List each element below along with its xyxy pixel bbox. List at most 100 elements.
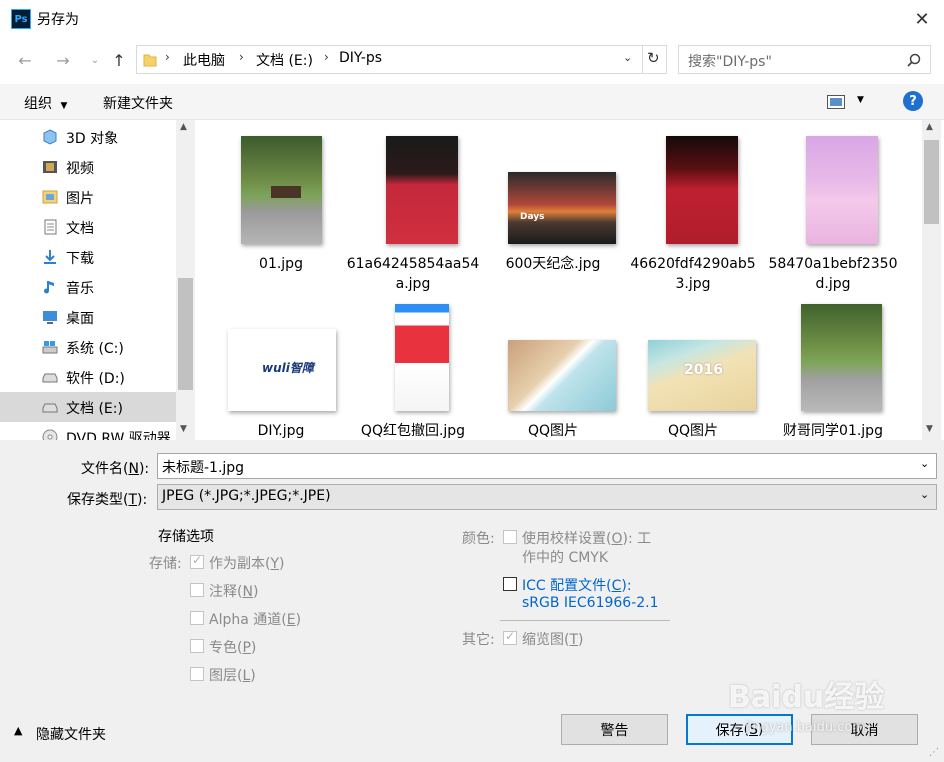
close-button[interactable]: ✕ <box>900 2 944 36</box>
breadcrumb-documents-e[interactable]: 文档 (E:) <box>256 50 313 70</box>
use-proof-setup-checkbox[interactable] <box>503 530 517 544</box>
nav-item-downloads[interactable]: 下载 <box>0 242 176 272</box>
file-tile[interactable]: 58470a1bebf2350d.jpg <box>766 130 900 300</box>
divider <box>500 620 670 621</box>
alpha-channels-label: Alpha 通道(E) <box>209 612 302 628</box>
search-box[interactable]: 搜索"DIY-ps" <box>678 45 931 74</box>
thumbnail-checkbox[interactable] <box>503 629 517 645</box>
nav-item-3d-objects[interactable]: 3D 对象 <box>0 122 176 152</box>
file-tile[interactable]: 46620fdf4290ab53.jpg <box>626 130 760 300</box>
other-label: 其它: <box>462 632 495 648</box>
filename-input[interactable]: 未标题-1.jpg <box>162 457 244 477</box>
file-name: QQ红包撤回.jpg <box>360 423 466 439</box>
color-label: 颜色: <box>462 531 495 547</box>
filetype-select[interactable]: JPEG (*.JPG;*.JPEG;*.JPE) ⌄ <box>157 484 937 510</box>
scroll-down-icon[interactable]: ▼ <box>180 424 187 434</box>
address-bar[interactable]: › 此电脑 › 文档 (E:) › DIY-ps ⌄ ↻ <box>136 45 667 74</box>
forward-arrow-icon: → <box>56 50 70 70</box>
thumbnail-text: Days <box>520 212 545 222</box>
breadcrumb-diy-ps[interactable]: DIY-ps <box>339 50 382 66</box>
hide-folders-button[interactable]: 隐藏文件夹 <box>36 724 106 744</box>
file-tile[interactable]: 2016 QQ图片 <box>626 300 760 440</box>
nav-item-documents-e[interactable]: 文档 (E:) <box>0 392 176 422</box>
file-thumbnail <box>666 136 738 244</box>
as-copy-checkbox[interactable] <box>190 553 204 569</box>
file-tile[interactable]: 61a64245854aa54a.jpg <box>346 130 480 300</box>
organize-button[interactable]: 组织 ▼ <box>24 93 67 113</box>
scroll-down-icon[interactable]: ▼ <box>926 424 933 434</box>
icc-profile-checkbox[interactable] <box>503 577 517 591</box>
forward-button[interactable]: → <box>50 47 76 73</box>
nav-item-dvd[interactable]: DVD RW 驱动器 <box>0 422 176 440</box>
file-tile[interactable]: 财哥同学01.jpg <box>766 300 900 440</box>
nav-item-music[interactable]: 音乐 <box>0 272 176 302</box>
up-arrow-icon: ↑ <box>112 50 126 70</box>
nav-item-documents[interactable]: 文档 <box>0 212 176 242</box>
close-icon: ✕ <box>914 8 930 30</box>
back-button[interactable]: ← <box>12 47 38 73</box>
recent-locations-button[interactable]: ⌄ <box>82 47 108 73</box>
layers-checkbox[interactable] <box>190 667 204 681</box>
thumbnail-text: 2016 <box>684 362 723 378</box>
search-input[interactable]: 搜索"DIY-ps" <box>688 51 772 71</box>
icc-profile-value: sRGB IEC61966-2.1 <box>522 595 659 611</box>
chevron-down-icon[interactable]: ⌄ <box>920 457 929 470</box>
refresh-icon[interactable]: ↻ <box>647 49 660 67</box>
view-mode-icon[interactable] <box>827 95 845 109</box>
view-mode-dropdown-icon[interactable]: ▼ <box>857 95 864 105</box>
nav-item-desktop[interactable]: 桌面 <box>0 302 176 332</box>
help-icon[interactable]: ? <box>903 91 923 111</box>
nav-item-software-d[interactable]: 软件 (D:) <box>0 362 176 392</box>
file-tile[interactable]: QQ图片 <box>486 300 620 440</box>
file-tile[interactable]: 01.jpg <box>214 130 348 300</box>
file-name: 58470a1bebf2350d.jpg <box>768 256 898 292</box>
drive-icon <box>42 373 58 383</box>
baidu-watermark: Baidu经验 <box>728 680 885 715</box>
search-icon[interactable] <box>907 53 921 67</box>
scroll-up-icon[interactable]: ▲ <box>926 122 933 132</box>
dvd-icon <box>42 429 58 440</box>
file-thumbnail <box>395 304 449 411</box>
navigation-pane: 3D 对象 视频 图片 文档 下载 音乐 桌面 系统 (C:) 软件 (D:) … <box>0 120 195 440</box>
filename-field[interactable]: 未标题-1.jpg ⌄ <box>157 453 937 479</box>
working-cmyk-label: 作中的 CMYK <box>522 550 609 566</box>
file-thumbnail <box>386 136 458 244</box>
window-title: 另存为 <box>37 12 79 28</box>
chevron-down-icon: ⌄ <box>920 488 930 501</box>
nav-scroll-thumb[interactable] <box>178 278 193 390</box>
nav-scrollbar[interactable]: ▲ ▼ <box>176 120 195 440</box>
collapse-icon[interactable]: ▲ <box>14 724 22 737</box>
title-bar: Ps 另存为 ✕ <box>0 0 944 38</box>
file-scroll-thumb[interactable] <box>924 140 939 224</box>
alpha-channels-checkbox[interactable] <box>190 611 204 625</box>
nav-item-system-c[interactable]: 系统 (C:) <box>0 332 176 362</box>
warning-button[interactable]: 警告 <box>561 714 668 745</box>
file-thumbnail <box>806 136 878 244</box>
filename-label: 文件名(N): <box>81 461 150 477</box>
folder-icon <box>143 54 157 67</box>
documents-icon <box>44 219 57 235</box>
resize-grip-icon[interactable]: ⋰ <box>929 747 941 759</box>
file-tile[interactable]: Days 600天纪念.jpg <box>486 130 620 300</box>
save-options-panel: 文件名(N): 未标题-1.jpg ⌄ 保存类型(T): JPEG (*.JPG… <box>0 440 944 762</box>
annotations-checkbox[interactable] <box>190 583 204 597</box>
file-name: QQ图片 <box>667 423 719 439</box>
up-button[interactable]: ↑ <box>106 47 132 73</box>
address-dropdown-icon[interactable]: ⌄ <box>623 51 632 64</box>
file-name: 600天纪念.jpg <box>505 256 601 272</box>
spot-colors-checkbox[interactable] <box>190 639 204 653</box>
file-tile[interactable]: wuli智障 DIY.jpg <box>214 300 348 440</box>
file-thumbnail: 2016 <box>648 340 756 411</box>
breadcrumb-this-pc[interactable]: 此电脑 <box>183 50 225 70</box>
file-tile[interactable]: QQ红包撤回.jpg <box>346 300 480 440</box>
new-folder-button[interactable]: 新建文件夹 <box>103 93 173 113</box>
nav-item-pictures[interactable]: 图片 <box>0 182 176 212</box>
nav-item-video[interactable]: 视频 <box>0 152 176 182</box>
drive-icon <box>42 403 58 413</box>
scroll-up-icon[interactable]: ▲ <box>180 122 187 132</box>
file-name: 01.jpg <box>259 256 303 272</box>
file-list-scrollbar[interactable]: ▲ ▼ <box>922 120 941 440</box>
breadcrumb-separator: › <box>165 50 170 64</box>
file-thumbnail <box>241 136 322 244</box>
back-arrow-icon: ← <box>18 50 32 70</box>
